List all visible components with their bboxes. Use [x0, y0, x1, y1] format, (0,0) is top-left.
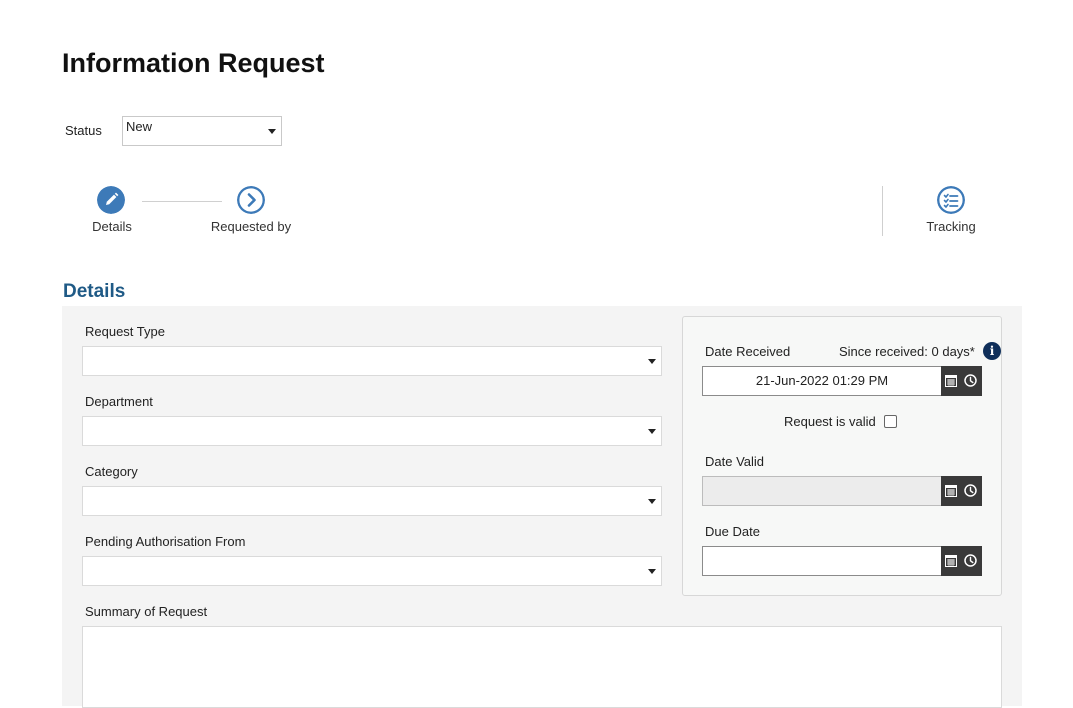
pending-authorisation-select[interactable]: [82, 556, 662, 586]
status-select[interactable]: New: [122, 116, 282, 146]
request-valid-label: Request is valid: [784, 414, 876, 429]
since-received-text: Since received: 0 days*: [839, 344, 975, 359]
pencil-icon[interactable]: [97, 186, 125, 214]
calendar-icon[interactable]: [945, 484, 957, 497]
step-details-label[interactable]: Details: [72, 219, 152, 234]
department-label: Department: [85, 394, 153, 409]
date-valid-buttons: [941, 476, 982, 506]
request-valid-checkbox[interactable]: [884, 415, 897, 428]
clock-icon[interactable]: [964, 554, 977, 567]
chevron-right-icon[interactable]: [237, 186, 265, 214]
date-received-value: 21-Jun-2022 01:29 PM: [755, 373, 889, 388]
date-received-input[interactable]: 21-Jun-2022 01:29 PM: [702, 366, 942, 396]
page-title: Information Request: [62, 48, 325, 78]
request-type-select[interactable]: [82, 346, 662, 376]
chevron-down-icon: [648, 499, 656, 504]
category-label: Category: [85, 464, 138, 479]
summary-label: Summary of Request: [85, 604, 208, 619]
chevron-down-icon: [648, 429, 656, 434]
department-select[interactable]: [82, 416, 662, 446]
date-valid-input[interactable]: [702, 476, 942, 506]
checklist-icon[interactable]: [937, 186, 965, 214]
step-connector: [142, 201, 222, 202]
clock-icon[interactable]: [964, 484, 977, 497]
date-received-buttons: [941, 366, 982, 396]
date-received-label: Date Received: [705, 344, 791, 359]
step-requested-by-label[interactable]: Requested by: [196, 219, 306, 234]
category-select[interactable]: [82, 486, 662, 516]
status-label: Status: [65, 123, 102, 138]
clock-icon[interactable]: [964, 374, 977, 387]
status-select-value: New: [126, 119, 153, 134]
chevron-down-icon: [648, 359, 656, 364]
due-date-buttons: [941, 546, 982, 576]
info-icon[interactable]: i: [983, 342, 1001, 360]
chevron-down-icon: [268, 129, 276, 134]
chevron-down-icon: [648, 569, 656, 574]
pending-authorisation-label: Pending Authorisation From: [85, 534, 246, 549]
calendar-icon[interactable]: [945, 374, 957, 387]
due-date-input[interactable]: [702, 546, 942, 576]
calendar-icon[interactable]: [945, 554, 957, 567]
section-title-details: Details: [63, 281, 126, 302]
date-valid-label: Date Valid: [705, 454, 765, 469]
due-date-label: Due Date: [705, 524, 760, 539]
request-type-label: Request Type: [85, 324, 165, 339]
step-tracking-label[interactable]: Tracking: [911, 219, 991, 234]
steps-divider: [882, 186, 883, 236]
